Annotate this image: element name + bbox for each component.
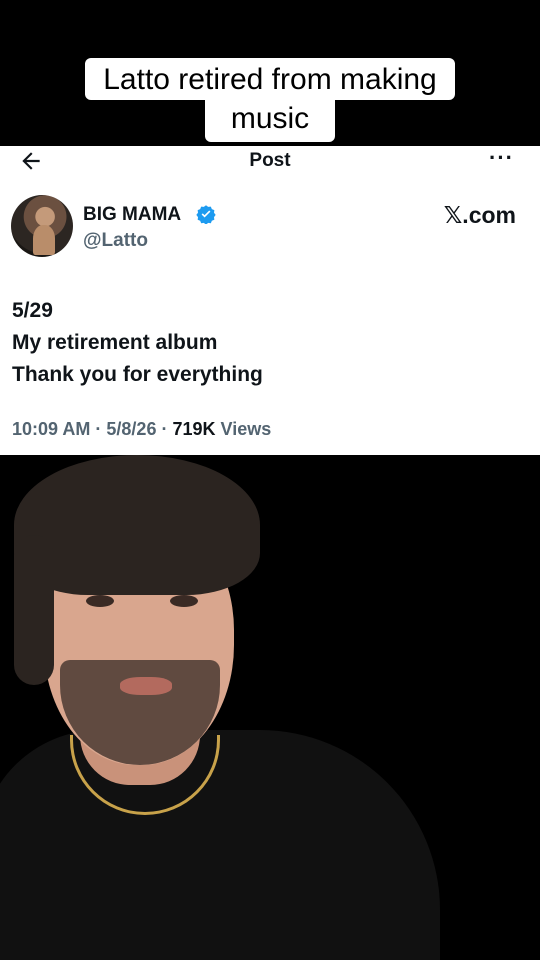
views-label: Views — [220, 419, 272, 439]
post-header: Post ··· — [0, 146, 540, 176]
views-count: 719K — [172, 419, 216, 439]
more-options-icon[interactable]: ··· — [489, 147, 514, 169]
tweet-text-line: 5/29 — [12, 299, 53, 322]
tweet-card: Post ··· BIG MAMA @Latto 𝕏.com 5/29 My r… — [0, 146, 540, 455]
person-hair-side — [14, 535, 54, 685]
video-feed — [0, 455, 540, 960]
x-com-source: 𝕏.com — [443, 202, 516, 228]
tweet-text: 5/29 My retirement album Thank you for e… — [12, 295, 263, 391]
meta-separator: · — [95, 419, 102, 439]
person-mouth — [120, 677, 172, 695]
caption-line-1: Latto retired from making — [85, 58, 455, 100]
person-eye-left — [86, 595, 114, 607]
user-handle[interactable]: @Latto — [83, 230, 148, 252]
display-name[interactable]: BIG MAMA — [83, 204, 181, 226]
post-title: Post — [249, 150, 291, 171]
meta-separator: · — [161, 419, 168, 439]
tweet-time: 10:09 AM — [12, 419, 91, 439]
tweet-text-line: Thank you for everything — [12, 363, 263, 386]
video-caption: Latto retired from making music — [0, 58, 540, 142]
tweet-date: 5/8/26 — [106, 419, 157, 439]
person-eye-right — [170, 595, 198, 607]
verified-badge-icon — [196, 205, 216, 224]
person-shirt — [0, 730, 440, 960]
tweet-text-line: My retirement album — [12, 331, 218, 354]
tweet-meta: 10:09 AM · 5/8/26 · 719K Views — [12, 419, 271, 440]
avatar[interactable] — [11, 195, 73, 257]
caption-line-2: music — [204, 100, 336, 142]
